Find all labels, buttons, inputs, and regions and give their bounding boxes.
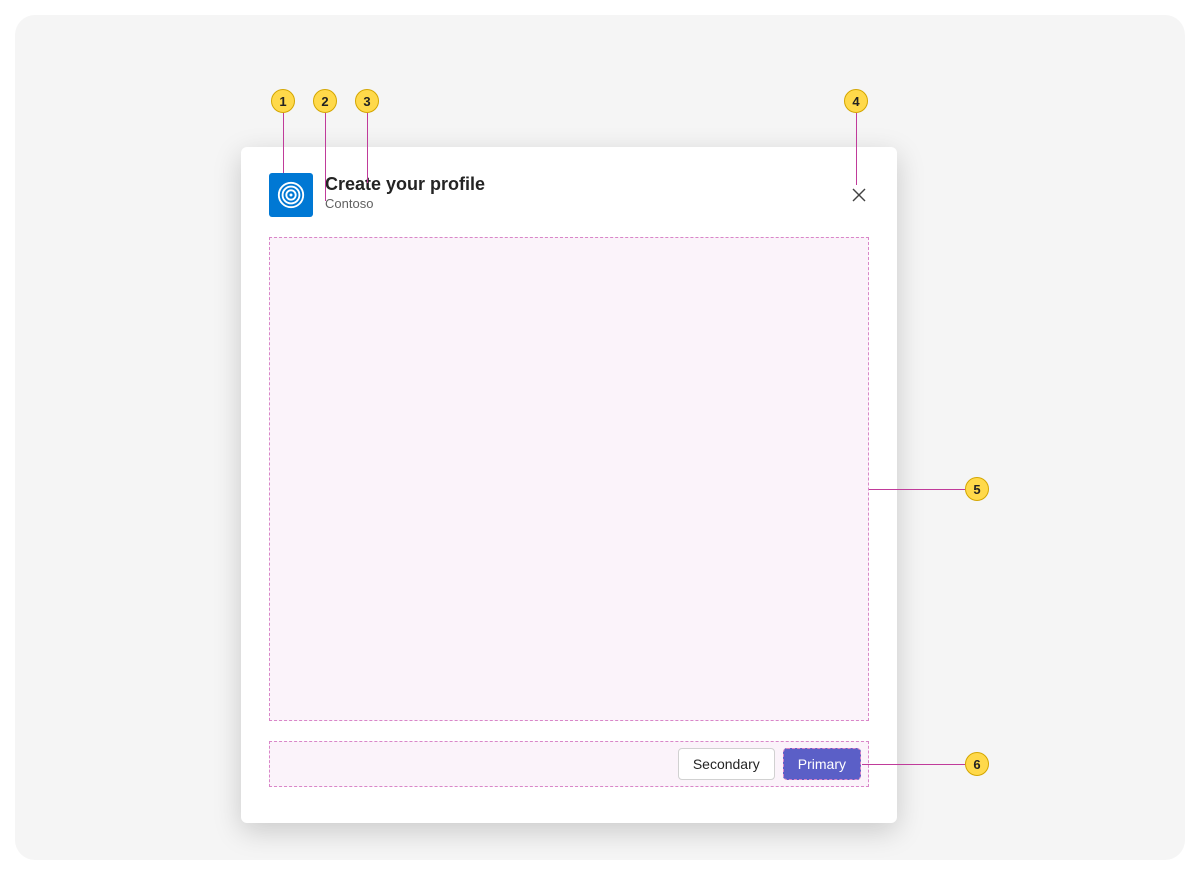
title-block: Create your profile Contoso: [325, 173, 485, 212]
annotation-dot-2: 2: [313, 89, 337, 113]
close-button[interactable]: [845, 181, 873, 209]
annotation-line-6: [862, 764, 965, 765]
close-icon: [851, 187, 867, 203]
annotation-line-2: [325, 113, 326, 201]
annotation-dot-4: 4: [844, 89, 868, 113]
annotation-dot-5: 5: [965, 477, 989, 501]
annotation-line-4: [856, 113, 857, 185]
dialog-header: Create your profile Contoso: [241, 147, 897, 229]
page-background: Create your profile Contoso Secondary Pr…: [15, 15, 1185, 860]
dialog-subtitle: Contoso: [325, 196, 485, 213]
app-icon: [269, 173, 313, 217]
annotation-line-1: [283, 113, 284, 173]
annotation-line-3: [367, 113, 368, 183]
annotation-line-5: [869, 489, 965, 490]
dialog-footer: Secondary Primary: [269, 741, 869, 787]
annotation-dot-6: 6: [965, 752, 989, 776]
iframe-body-region: [269, 237, 869, 721]
secondary-button[interactable]: Secondary: [678, 748, 775, 780]
annotation-dot-1: 1: [271, 89, 295, 113]
annotation-dot-3: 3: [355, 89, 379, 113]
primary-button[interactable]: Primary: [783, 748, 861, 780]
dialog-title: Create your profile: [325, 173, 485, 196]
app-spiral-icon: [276, 180, 306, 210]
task-dialog: Create your profile Contoso Secondary Pr…: [241, 147, 897, 823]
